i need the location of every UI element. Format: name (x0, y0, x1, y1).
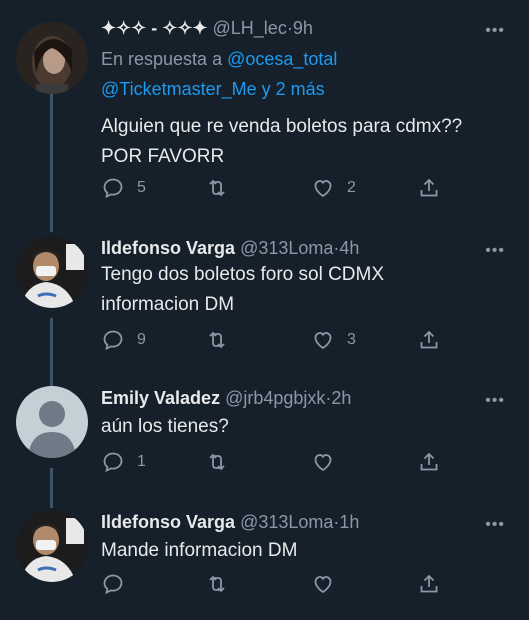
share-button[interactable] (417, 176, 441, 200)
reply-button[interactable]: 1 (101, 450, 146, 474)
like-count: 2 (347, 179, 356, 196)
tweet-text: Tengo dos boletos foro sol CDMX informac… (101, 264, 385, 315)
retweet-button[interactable] (205, 328, 241, 352)
user-handle[interactable]: @LH_lec (213, 18, 287, 38)
share-icon (420, 330, 438, 349)
tweet-header: Ildefonso Varga @313Loma·1h (101, 510, 479, 534)
display-name[interactable]: Emily Valadez (101, 388, 220, 408)
tweet-text: Mande informacion DM (101, 540, 298, 561)
reply-button[interactable]: 9 (101, 328, 146, 352)
user-handle[interactable]: @313Loma (240, 512, 333, 532)
share-icon (420, 574, 438, 593)
tweet-timestamp[interactable]: 2h (331, 388, 351, 408)
retweet-button[interactable] (205, 176, 241, 200)
display-name[interactable]: ✦✧✧ - ✧✧✦ (101, 18, 208, 38)
tweet-text: aún los tienes? (101, 416, 229, 437)
tweet-actions: 5 2 (101, 176, 441, 202)
share-button[interactable] (417, 572, 441, 596)
tweet-actions (101, 572, 441, 598)
reply-button[interactable]: 5 (101, 176, 146, 200)
tweet-timestamp[interactable]: 9h (293, 18, 313, 38)
reply-count: 1 (137, 453, 146, 470)
thread-line-1 (50, 92, 53, 232)
default-avatar-icon (16, 386, 88, 458)
like-button[interactable]: 3 (311, 328, 356, 352)
reply-button[interactable] (101, 572, 137, 596)
share-button[interactable] (417, 450, 441, 474)
reply-icon (103, 574, 123, 595)
retweet-icon (209, 575, 225, 593)
heart-icon (314, 332, 332, 350)
reply-prefix: En respuesta a (101, 49, 223, 69)
reply-count: 5 (137, 179, 146, 196)
tweet-header: ✦✧✧ - ✧✧✦ @LH_lec·9h (101, 16, 479, 40)
retweet-icon (209, 179, 225, 197)
more-options-icon[interactable]: ••• (485, 242, 505, 260)
reply-icon (103, 330, 123, 351)
retweet-button[interactable] (205, 450, 241, 474)
tweet-header: Ildefonso Varga @313Loma·4h (101, 236, 479, 260)
replying-to-more: @Ticketmaster_Me y 2 más (101, 74, 325, 104)
avatar-image-icon (16, 22, 88, 94)
heart-icon (314, 576, 332, 594)
tweet-header: Emily Valadez @jrb4pgbjxk·2h (101, 386, 479, 410)
tweet-timestamp[interactable]: 1h (339, 512, 359, 532)
like-button[interactable]: 2 (311, 176, 356, 200)
tweet-timestamp[interactable]: 4h (339, 238, 359, 258)
display-name[interactable]: Ildefonso Varga (101, 512, 235, 532)
retweet-button[interactable] (205, 572, 241, 596)
avatar[interactable] (16, 510, 88, 582)
heart-icon (314, 454, 332, 472)
reply-icon (103, 452, 123, 473)
share-button[interactable] (417, 328, 441, 352)
like-button[interactable] (311, 450, 347, 474)
more-options-icon[interactable]: ••• (485, 516, 505, 534)
more-options-icon[interactable]: ••• (485, 22, 505, 40)
retweet-icon (209, 331, 225, 349)
avatar-image-icon (16, 510, 88, 582)
share-icon (420, 178, 438, 197)
more-options-icon[interactable]: ••• (485, 392, 505, 410)
tweet-text: Alguien que re venda boletos para cdmx??… (101, 116, 463, 167)
mention-link[interactable]: @Ticketmaster_Me y 2 más (101, 79, 325, 99)
share-icon (420, 452, 438, 471)
thread-line-2 (50, 318, 53, 388)
like-button[interactable] (311, 572, 347, 596)
replying-to: En respuesta a @ocesa_total (101, 44, 337, 74)
avatar[interactable] (16, 386, 88, 458)
like-count: 3 (347, 331, 356, 348)
tweet-actions: 1 (101, 450, 441, 476)
tweet-actions: 9 3 (101, 328, 441, 354)
user-handle[interactable]: @313Loma (240, 238, 333, 258)
user-handle[interactable]: @jrb4pgbjxk (225, 388, 325, 408)
reply-count: 9 (137, 331, 146, 348)
thread-line-3 (50, 468, 53, 508)
heart-icon (314, 180, 332, 198)
retweet-icon (209, 453, 225, 471)
avatar-image-icon (16, 236, 88, 308)
mention-link[interactable]: @ocesa_total (227, 49, 337, 69)
avatar[interactable] (16, 22, 88, 94)
avatar[interactable] (16, 236, 88, 308)
display-name[interactable]: Ildefonso Varga (101, 238, 235, 258)
reply-icon (103, 178, 123, 199)
